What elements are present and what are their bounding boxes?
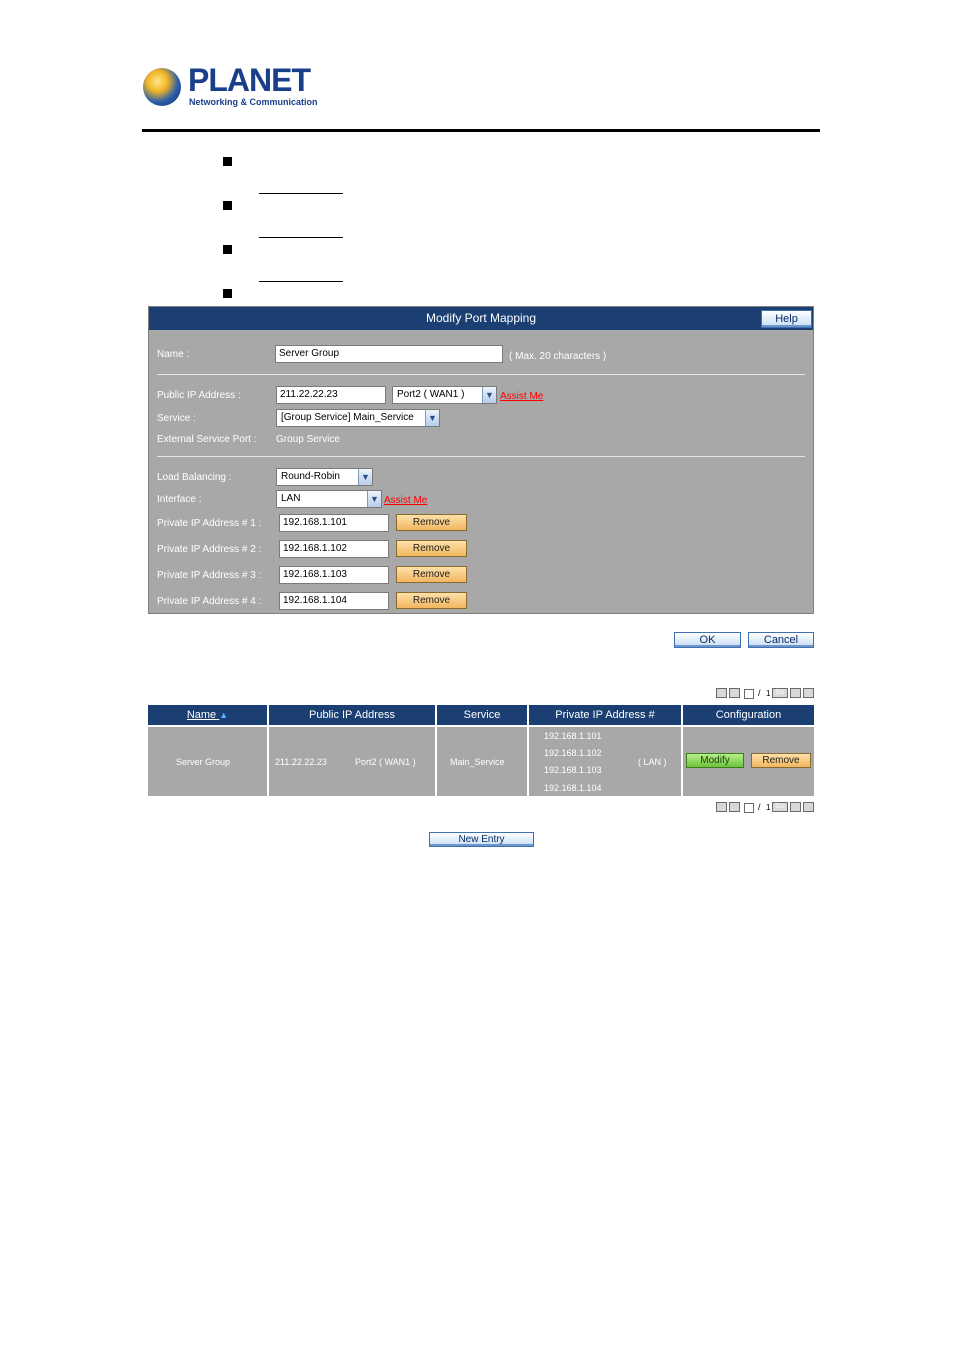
private-ip-1-label: Private IP Address # 1 : bbox=[157, 518, 262, 529]
previous-page-icon[interactable] bbox=[729, 688, 740, 698]
last-page-icon[interactable] bbox=[803, 802, 814, 812]
load-balancing-label: Load Balancing : bbox=[157, 472, 232, 483]
service-value: [Group Service] Main_Service bbox=[281, 412, 414, 423]
row-interface: ( LAN ) bbox=[638, 757, 667, 767]
cancel-button[interactable]: Cancel bbox=[748, 632, 814, 648]
private-ip-3-input[interactable]: 192.168.1.103 bbox=[279, 566, 389, 584]
sort-ascending-icon: ▲ bbox=[219, 710, 229, 720]
previous-page-icon[interactable] bbox=[729, 802, 740, 812]
pager-bottom: / 1 Go bbox=[716, 802, 814, 814]
planet-logo: PLANET Networking & Communication bbox=[143, 62, 318, 110]
interface-select[interactable]: LAN ▼ bbox=[276, 490, 382, 508]
external-port-label: External Service Port : bbox=[157, 434, 257, 445]
first-page-icon[interactable] bbox=[716, 688, 727, 698]
go-button[interactable]: Go bbox=[772, 802, 788, 812]
underline-link bbox=[259, 237, 343, 238]
wan-port-value: Port2 ( WAN1 ) bbox=[397, 389, 465, 400]
assist-me-link[interactable]: Assist Me bbox=[500, 391, 543, 402]
section-divider bbox=[157, 374, 805, 375]
private-ip-2-label: Private IP Address # 2 : bbox=[157, 544, 262, 555]
pager-separator: / bbox=[758, 802, 761, 812]
chevron-down-icon: ▼ bbox=[425, 410, 439, 426]
pager-separator: / bbox=[758, 688, 761, 698]
private-ip-3-label: Private IP Address # 3 : bbox=[157, 570, 262, 581]
load-balancing-value: Round-Robin bbox=[281, 471, 340, 482]
bullet-square-icon bbox=[223, 289, 232, 298]
pager-top: / 1 Go bbox=[716, 688, 814, 700]
public-ip-column-header: Public IP Address bbox=[269, 705, 435, 725]
private-ip-cell: 192.168.1.101 192.168.1.102 192.168.1.10… bbox=[529, 727, 681, 796]
name-header-label: Name bbox=[186, 709, 217, 721]
service-column-header: Service bbox=[437, 705, 527, 725]
page-number-input[interactable] bbox=[744, 689, 754, 699]
chevron-down-icon: ▼ bbox=[482, 387, 496, 403]
service-label: Service : bbox=[157, 413, 196, 424]
private-ip-4-input[interactable]: 192.168.1.104 bbox=[279, 592, 389, 610]
name-cell: Server Group bbox=[148, 727, 267, 796]
next-page-icon[interactable] bbox=[790, 688, 801, 698]
first-page-icon[interactable] bbox=[716, 802, 727, 812]
row-port: Port2 ( WAN1 ) bbox=[355, 757, 416, 767]
modify-port-mapping-panel: Modify Port Mapping Help Name : Server G… bbox=[148, 306, 814, 614]
panel-title: Modify Port Mapping bbox=[149, 307, 813, 330]
service-cell: Main_Service bbox=[437, 727, 527, 796]
bullet-square-icon bbox=[223, 245, 232, 254]
chevron-down-icon: ▼ bbox=[358, 469, 372, 485]
section-divider bbox=[157, 456, 805, 457]
name-hint: ( Max. 20 characters ) bbox=[509, 351, 607, 362]
help-button[interactable]: Help bbox=[761, 310, 812, 328]
row-public-ip: 211.22.22.23 bbox=[275, 757, 327, 767]
private-ip-column-header: Private IP Address # bbox=[529, 705, 681, 725]
public-ip-cell: 211.22.22.23 Port2 ( WAN1 ) bbox=[269, 727, 435, 796]
configuration-cell: Modify Remove bbox=[683, 727, 814, 796]
header-divider bbox=[142, 129, 820, 132]
public-ip-label: Public IP Address : bbox=[157, 390, 241, 401]
next-page-icon[interactable] bbox=[790, 802, 801, 812]
total-pages: 1 bbox=[766, 803, 771, 812]
interface-assist-me-link[interactable]: Assist Me bbox=[384, 495, 427, 506]
remove-private-ip-1-button[interactable]: Remove bbox=[396, 514, 467, 531]
page-number-input[interactable] bbox=[744, 803, 754, 813]
total-pages: 1 bbox=[766, 689, 771, 698]
private-ip-1-input[interactable]: 192.168.1.101 bbox=[279, 514, 389, 532]
table-row: Server Group 211.22.22.23 Port2 ( WAN1 )… bbox=[148, 727, 814, 796]
bullet-square-icon bbox=[223, 201, 232, 210]
external-port-value: Group Service bbox=[276, 434, 340, 445]
modify-button[interactable]: Modify bbox=[686, 753, 744, 768]
brand-name: PLANET bbox=[188, 62, 311, 98]
row-private-ip-3: 192.168.1.103 bbox=[544, 765, 602, 775]
last-page-icon[interactable] bbox=[803, 688, 814, 698]
row-private-ip-4: 192.168.1.104 bbox=[544, 783, 602, 793]
chevron-down-icon: ▼ bbox=[367, 491, 381, 507]
bullet-square-icon bbox=[223, 157, 232, 166]
private-ip-2-input[interactable]: 192.168.1.102 bbox=[279, 540, 389, 558]
go-button[interactable]: Go bbox=[772, 688, 788, 698]
configuration-column-header: Configuration bbox=[683, 705, 814, 725]
public-ip-input[interactable]: 211.22.22.23 bbox=[276, 386, 386, 404]
private-ip-4-label: Private IP Address # 4 : bbox=[157, 596, 262, 607]
new-entry-button[interactable]: New Entry bbox=[429, 832, 534, 847]
load-balancing-select[interactable]: Round-Robin ▼ bbox=[276, 468, 373, 486]
remove-private-ip-4-button[interactable]: Remove bbox=[396, 592, 467, 609]
remove-private-ip-3-button[interactable]: Remove bbox=[396, 566, 467, 583]
wan-port-select[interactable]: Port2 ( WAN1 ) ▼ bbox=[392, 386, 497, 404]
name-label: Name : bbox=[157, 349, 190, 360]
remove-entry-button[interactable]: Remove bbox=[751, 753, 811, 768]
globe-logo-icon bbox=[143, 68, 181, 106]
row-private-ip-1: 192.168.1.101 bbox=[544, 731, 602, 741]
row-private-ip-2: 192.168.1.102 bbox=[544, 748, 602, 758]
name-input[interactable]: Server Group bbox=[275, 345, 503, 363]
name-column-header[interactable]: Name ▲ bbox=[148, 705, 267, 725]
brand-tagline: Networking & Communication bbox=[189, 97, 318, 107]
port-mapping-table: Name ▲ Public IP Address Service Private… bbox=[148, 705, 814, 796]
service-select[interactable]: [Group Service] Main_Service ▼ bbox=[276, 409, 440, 427]
underline-link bbox=[259, 281, 343, 282]
row-service: Main_Service bbox=[450, 757, 505, 767]
underline-link bbox=[259, 193, 343, 194]
interface-value: LAN bbox=[281, 493, 301, 504]
row-name: Server Group bbox=[176, 757, 231, 767]
remove-private-ip-2-button[interactable]: Remove bbox=[396, 540, 467, 557]
interface-label: Interface : bbox=[157, 494, 202, 505]
ok-button[interactable]: OK bbox=[674, 632, 741, 648]
